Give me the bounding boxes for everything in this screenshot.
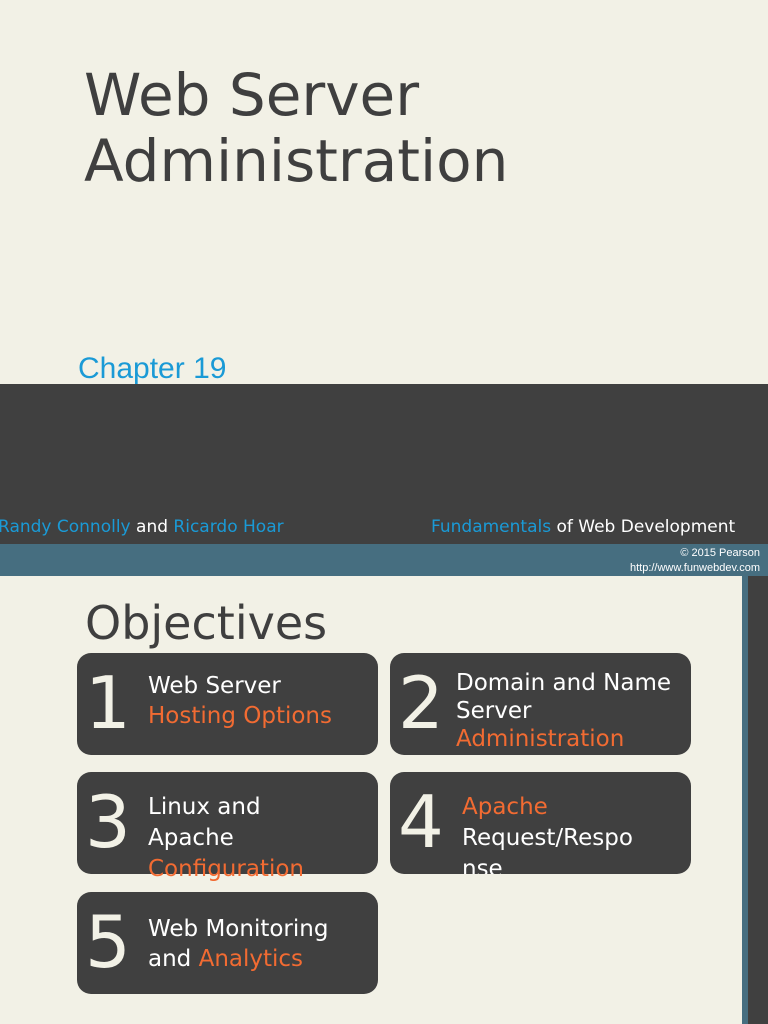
objective-text: and [148,946,192,972]
objective-text-highlight: Apache [462,794,548,820]
objective-card-2: 2 Domain and Name Server Administration [390,653,691,755]
book-rest: of Web Development [556,517,736,537]
title-line-1: Web Server [84,61,420,129]
objectives-title: Objectives [85,596,328,650]
book-title: Fundamentals of Web Development [431,517,735,537]
objective-number: 1 [85,661,131,745]
objective-text-highlight: Administration [456,726,625,752]
objective-text: Request/Respo [462,825,633,851]
authors: Randy Connolly and Ricardo Hoar [0,517,284,537]
objective-card-4: 4 Apache Request/Respo nse [390,772,691,874]
objective-number: 3 [85,780,131,864]
objective-text-highlight: Hosting Options [148,703,332,729]
author-2: Ricardo Hoar [173,517,284,537]
author-1: Randy Connolly [0,517,131,537]
objective-card-1: 1 Web Server Hosting Options [77,653,378,755]
objective-text: Domain and Name [456,670,671,696]
objective-text: Web Monitoring [148,916,329,942]
objective-text: Apache [148,825,234,851]
objective-card-3: 3 Linux and Apache Configuration [77,772,378,882]
book-highlight: Fundamentals [431,517,552,537]
objective-text-highlight: Analytics [198,946,304,972]
objective-number: 4 [398,780,444,864]
copyright: © 2015 Pearson http://www.funwebdev.com [630,546,760,576]
url-text: http://www.funwebdev.com [629,562,760,574]
objective-text: Web Server [148,673,281,699]
objective-number: 2 [398,661,444,745]
objective-card-5: 5 Web Monitoring and Analytics [77,892,378,994]
objective-number: 5 [85,900,131,984]
slide-title: Web Server Administration [84,62,508,194]
objective-text-line: and Analytics [148,944,303,974]
objective-text: Server [456,698,532,724]
chapter-label: Chapter 19 [78,352,227,385]
title-line-2: Administration [84,127,509,195]
copyright-text: © 2015 Pearson [680,547,760,559]
objective-text-highlight: Configuration [148,856,304,882]
and-text: and [136,517,169,537]
side-dark-stripe [748,576,768,1024]
objective-text: nse [462,856,503,874]
objective-text: Linux and [148,794,261,820]
